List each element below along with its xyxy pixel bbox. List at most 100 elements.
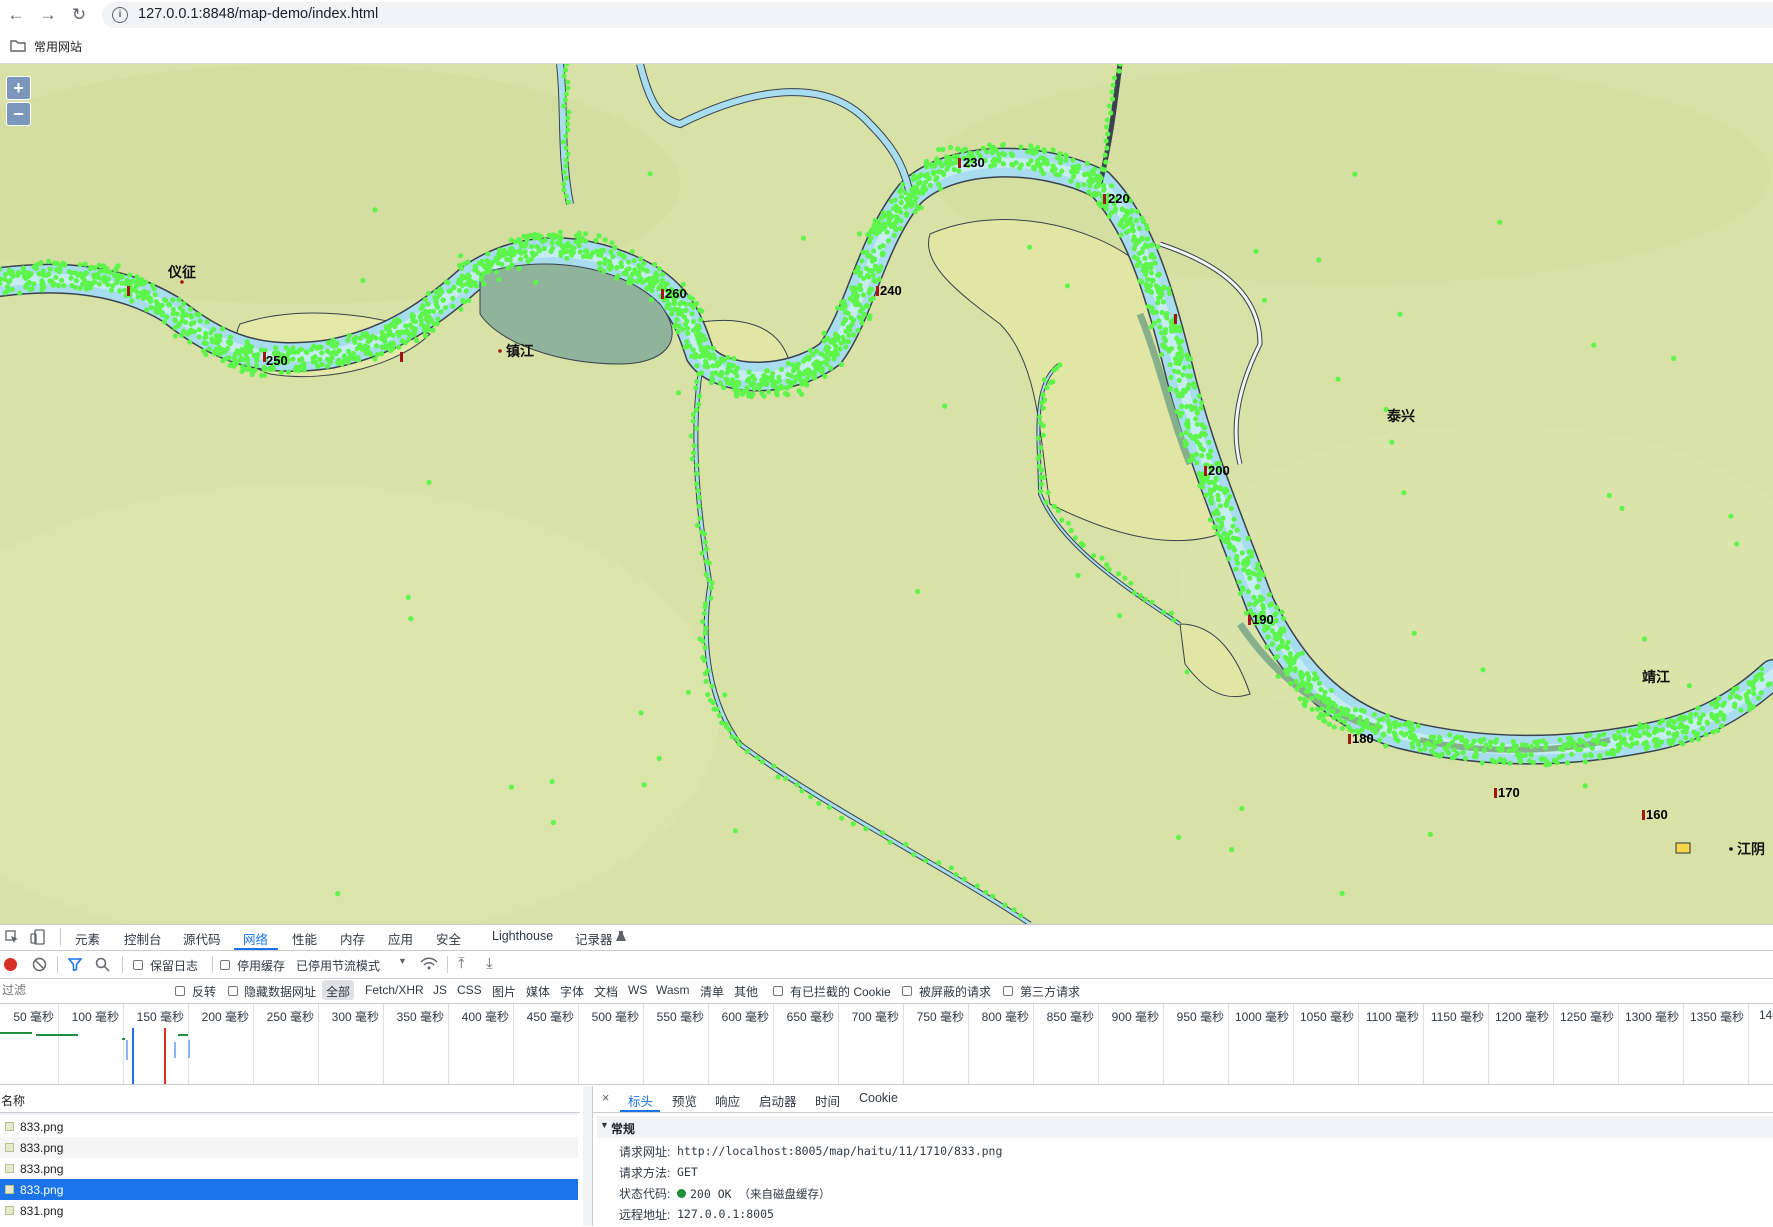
general-section-header[interactable]: ▼ 常规 [597,1116,1773,1138]
filter-type-all[interactable]: 全部 [326,983,350,1000]
filter-type-css[interactable]: CSS [457,983,482,997]
close-detail-button[interactable]: × [602,1091,609,1105]
tab-sources[interactable]: 源代码 [183,929,221,948]
zoom-out-button[interactable]: − [6,102,31,126]
tab-security[interactable]: 安全 [436,929,461,948]
filter-type-wasm[interactable]: Wasm [656,983,690,997]
timeline-gridline [448,1004,449,1084]
image-file-icon [5,1164,14,1173]
timeline-gridline [253,1004,254,1084]
timeline-tick-label: 1100 毫秒 [1365,1010,1419,1024]
tab-recorder[interactable]: 记录器 [575,929,613,948]
request-row[interactable]: 833.png [0,1158,578,1179]
blocked-cookies-checkbox[interactable] [773,986,783,996]
tab-lighthouse[interactable]: Lighthouse [492,929,553,943]
timeline-waterfall [0,1028,190,1084]
map-canvas[interactable]: 250 230 220 260 240 200 190 180 170 160 … [0,64,1773,924]
filter-type-img[interactable]: 图片 [492,983,516,1000]
tab-application[interactable]: 应用 [388,929,413,948]
timeline-gridline [643,1004,644,1084]
search-icon[interactable] [95,957,110,972]
filter-type-fetch-xhr[interactable]: Fetch/XHR [365,983,424,997]
timeline-gridline [1748,1004,1749,1084]
timeline-gridline [773,1004,774,1084]
third-party-checkbox[interactable] [1003,986,1013,996]
timeline-tick-label: 650 毫秒 [786,1010,834,1024]
clear-icon[interactable] [32,957,47,972]
divider [592,1086,593,1226]
request-row[interactable]: 833.png [0,1179,578,1200]
inspect-element-icon[interactable] [5,930,19,944]
third-party-label: 第三方请求 [1020,985,1081,999]
disable-cache-label: 停用缓存 [237,959,286,973]
detail-tab-timing[interactable]: 时间 [815,1091,840,1110]
tab-performance[interactable]: 性能 [292,929,317,948]
network-conditions-icon[interactable] [420,957,438,972]
detail-tab-initiator[interactable]: 启动器 [759,1091,797,1110]
tab-elements[interactable]: 元素 [75,929,100,948]
mile-label-170: 170 [1498,785,1520,800]
filter-type-js[interactable]: JS [433,983,447,997]
throttling-select[interactable]: 已停用节流模式 [296,957,380,974]
request-row[interactable]: 833.png [0,1137,578,1158]
filter-type-manifest[interactable]: 清单 [700,983,724,1000]
place-label-taixing: 泰兴 [1386,408,1415,424]
timeline-tick-label: 250 毫秒 [266,1010,314,1024]
detail-tab-headers[interactable]: 标头 [628,1091,653,1110]
filter-icon[interactable] [68,958,82,971]
list-scrollbar[interactable] [583,1086,592,1226]
export-har-icon[interactable]: ⤓ [486,955,493,972]
arrow-left-icon: ← [7,5,25,24]
detail-tab-response[interactable]: 响应 [715,1091,740,1110]
filter-input[interactable] [0,981,164,999]
blocked-requests-checkbox[interactable] [902,986,912,996]
filter-type-media[interactable]: 媒体 [526,983,550,1000]
info-icon[interactable]: i [112,7,128,23]
map-svg[interactable]: 250 230 220 260 240 200 190 180 170 160 … [0,64,1773,924]
forward-button[interactable]: → [36,3,60,27]
filter-type-doc[interactable]: 文档 [594,983,618,1000]
zoom-in-button[interactable]: + [6,76,31,100]
timeline-tick-label: 500 毫秒 [591,1010,639,1024]
detail-tab-preview[interactable]: 预览 [672,1091,697,1110]
divider [60,928,61,946]
mile-label-250: 250 [266,353,288,368]
filter-type-other[interactable]: 其他 [734,983,758,1000]
invert-label: 反转 [192,985,217,999]
device-toolbar-icon[interactable] [30,929,46,945]
detail-tab-cookies[interactable]: Cookie [859,1091,898,1105]
request-row[interactable]: 833.png [0,1116,578,1137]
bookmark-folder-label[interactable]: 常用网站 [34,38,82,55]
filter-type-ws[interactable]: WS [628,983,647,997]
timeline-tick-label: 140 [1759,1008,1773,1022]
timeline-gridline [318,1004,319,1084]
back-button[interactable]: ← [4,3,28,27]
triangle-down-icon: ▼ [600,1120,609,1130]
import-har-icon[interactable]: ⤒ [458,955,465,972]
divider [0,950,1773,951]
disable-cache-checkbox[interactable] [220,960,230,970]
tab-console[interactable]: 控制台 [124,929,162,948]
record-icon[interactable] [4,958,17,971]
mile-label-180: 180 [1352,731,1374,746]
timeline-tick-label: 550 毫秒 [656,1010,704,1024]
place-label-zhenjiang: 镇江 [506,343,534,359]
timeline-tick-label: 1350 毫秒 [1689,1010,1744,1024]
remote-address-value: 127.0.0.1:8005 [677,1207,774,1221]
preserve-log-checkbox[interactable] [133,960,143,970]
column-name-header[interactable]: 名称 [1,1092,25,1109]
blocked-requests-label: 被屏蔽的请求 [919,985,992,999]
reload-button[interactable]: ↻ [67,3,91,27]
request-row[interactable]: 831.png [0,1200,578,1221]
url-text[interactable]: 127.0.0.1:8848/map-demo/index.html [138,6,378,22]
request-name: 833.png [20,1162,64,1176]
chevron-down-icon[interactable]: ▼ [398,956,407,966]
hide-data-urls-label: 隐藏数据网址 [244,985,317,999]
tab-memory[interactable]: 内存 [340,929,365,948]
filter-type-font[interactable]: 字体 [560,983,584,1000]
hide-data-urls-checkbox[interactable] [228,986,238,996]
mile-label-230: 230 [963,155,985,170]
timeline-tick-label: 350 毫秒 [396,1010,444,1024]
tab-network[interactable]: 网络 [243,929,268,948]
invert-checkbox[interactable] [175,986,185,996]
